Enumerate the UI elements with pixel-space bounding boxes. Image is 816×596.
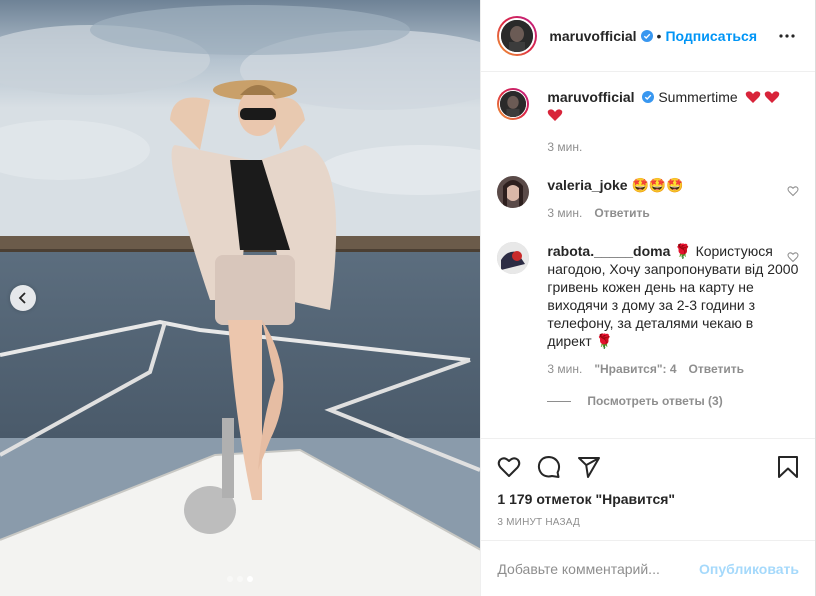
- author-avatar[interactable]: [497, 15, 538, 56]
- like-button[interactable]: [497, 447, 537, 487]
- post-actions: 1 179 отметок "Нравится" 3 минут назад: [481, 438, 815, 540]
- heart-emoji-icon: [745, 91, 760, 103]
- post-header: maruvofficial • Подписаться: [481, 0, 815, 72]
- commenter-avatar[interactable]: [497, 242, 530, 274]
- comments-list[interactable]: maruvofficial Summertime 3 мин. valeria_…: [481, 72, 815, 438]
- separator-dot: •: [656, 27, 662, 44]
- caption-time[interactable]: 3 мин.: [547, 138, 582, 156]
- comment-icon: [538, 456, 561, 478]
- heart-emoji-icon: [765, 91, 780, 103]
- verified-badge-icon: [640, 29, 653, 42]
- chevron-left-icon: [18, 292, 26, 304]
- add-comment-bar: Опубликовать: [481, 540, 815, 596]
- commenter-avatar[interactable]: [497, 176, 530, 208]
- likes-count[interactable]: 1 179 отметок "Нравится": [497, 491, 799, 507]
- comment-username[interactable]: rabota._____doma: [547, 243, 670, 259]
- caption: maruvofficial Summertime 3 мин.: [497, 88, 799, 156]
- comment-text: 🤩🤩🤩: [631, 177, 684, 193]
- comment-input[interactable]: [497, 560, 700, 577]
- replies-divider-line: [547, 400, 572, 402]
- comment-time[interactable]: 3 мин.: [547, 204, 582, 222]
- follow-button[interactable]: Подписаться: [665, 28, 757, 44]
- comment-button[interactable]: [537, 447, 577, 487]
- avatar-image: [497, 242, 530, 274]
- caption-username[interactable]: maruvofficial: [547, 89, 634, 105]
- reply-button[interactable]: Ответить: [594, 204, 649, 222]
- carousel-dot-active: [247, 576, 254, 582]
- photo-image: [0, 0, 481, 596]
- avatar-image: [500, 91, 527, 117]
- caption-avatar[interactable]: [497, 88, 530, 120]
- post-side-panel: maruvofficial • Подписаться maruvofficia…: [480, 0, 815, 596]
- author-username[interactable]: maruvofficial: [549, 28, 636, 44]
- carousel-dot: [237, 576, 244, 582]
- carousel-dot: [227, 576, 234, 582]
- avatar-image: [501, 19, 534, 52]
- save-button[interactable]: [759, 447, 799, 487]
- comment-like-heart-icon[interactable]: [787, 185, 799, 197]
- more-options-icon: [779, 33, 795, 38]
- comment-like-heart-icon[interactable]: [787, 251, 799, 263]
- carousel-indicator: [0, 576, 480, 582]
- share-button[interactable]: [577, 447, 617, 487]
- comment-likes-count[interactable]: "Нравится": 4: [594, 360, 676, 378]
- comment-item: valeria_joke 🤩🤩🤩 3 мин. Ответить: [497, 176, 799, 222]
- view-replies-label: Посмотреть ответы (3): [587, 394, 723, 408]
- publish-comment-button[interactable]: Опубликовать: [699, 561, 799, 577]
- post-photo[interactable]: [0, 0, 481, 596]
- comment-time[interactable]: 3 мин.: [547, 360, 582, 378]
- post-timestamp[interactable]: 3 минут назад: [497, 517, 799, 528]
- more-options-button[interactable]: [775, 24, 799, 48]
- comment-username[interactable]: valeria_joke: [547, 177, 627, 193]
- heart-emoji-icon: [548, 109, 563, 121]
- bookmark-icon: [778, 456, 798, 478]
- reply-button[interactable]: Ответить: [689, 360, 744, 378]
- post-dialog: maruvofficial • Подписаться maruvofficia…: [0, 0, 816, 596]
- share-icon: [578, 457, 601, 478]
- verified-badge-icon: [642, 91, 655, 103]
- heart-icon: [498, 457, 521, 477]
- avatar-image: [497, 176, 530, 208]
- view-replies-button[interactable]: Посмотреть ответы (3): [547, 394, 799, 408]
- caption-text: Summertime: [658, 89, 738, 105]
- comment-item: rabota._____doma 🌹 Користуюся нагодою, Х…: [497, 242, 799, 378]
- carousel-prev-button[interactable]: [10, 285, 36, 311]
